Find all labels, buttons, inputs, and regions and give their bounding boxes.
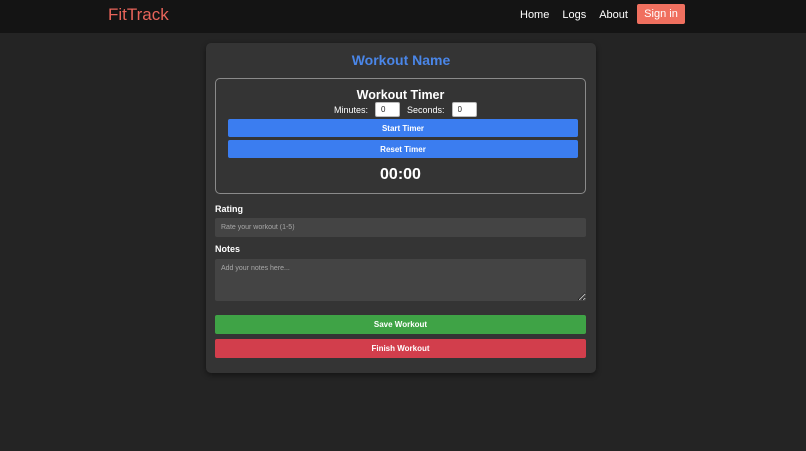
nav-link-home[interactable]: Home xyxy=(520,9,549,21)
timer-title: Workout Timer xyxy=(356,88,445,102)
nav-links: Home Logs About xyxy=(520,9,641,21)
navbar: FitTrack Home Logs About Sign in xyxy=(0,0,806,33)
timer-inputs: Minutes: Seconds: xyxy=(334,102,477,117)
rating-input[interactable] xyxy=(215,218,586,237)
workout-card: Workout Name Workout Timer Minutes: Seco… xyxy=(206,43,596,373)
reset-timer-button[interactable]: Reset Timer xyxy=(228,140,578,158)
notes-label: Notes xyxy=(215,244,241,254)
save-workout-button[interactable]: Save Workout xyxy=(215,315,586,334)
nav-link-logs[interactable]: Logs xyxy=(562,9,586,21)
rating-label: Rating xyxy=(215,204,243,214)
notes-textarea[interactable] xyxy=(215,259,586,301)
brand-logo[interactable]: FitTrack xyxy=(108,5,169,25)
start-timer-button[interactable]: Start Timer xyxy=(228,119,578,137)
seconds-input[interactable] xyxy=(451,102,477,117)
workout-title: Workout Name xyxy=(351,52,451,68)
nav-link-about[interactable]: About xyxy=(599,9,628,21)
finish-workout-button[interactable]: Finish Workout xyxy=(215,339,586,358)
workout-timer-panel: Workout Timer Minutes: Seconds: Start Ti… xyxy=(215,78,586,194)
timer-display: 00:00 xyxy=(380,166,421,183)
minutes-input[interactable] xyxy=(375,102,401,117)
minutes-label: Minutes: xyxy=(334,104,369,115)
sign-in-button[interactable]: Sign in xyxy=(637,4,685,24)
seconds-label: Seconds: xyxy=(407,104,445,115)
